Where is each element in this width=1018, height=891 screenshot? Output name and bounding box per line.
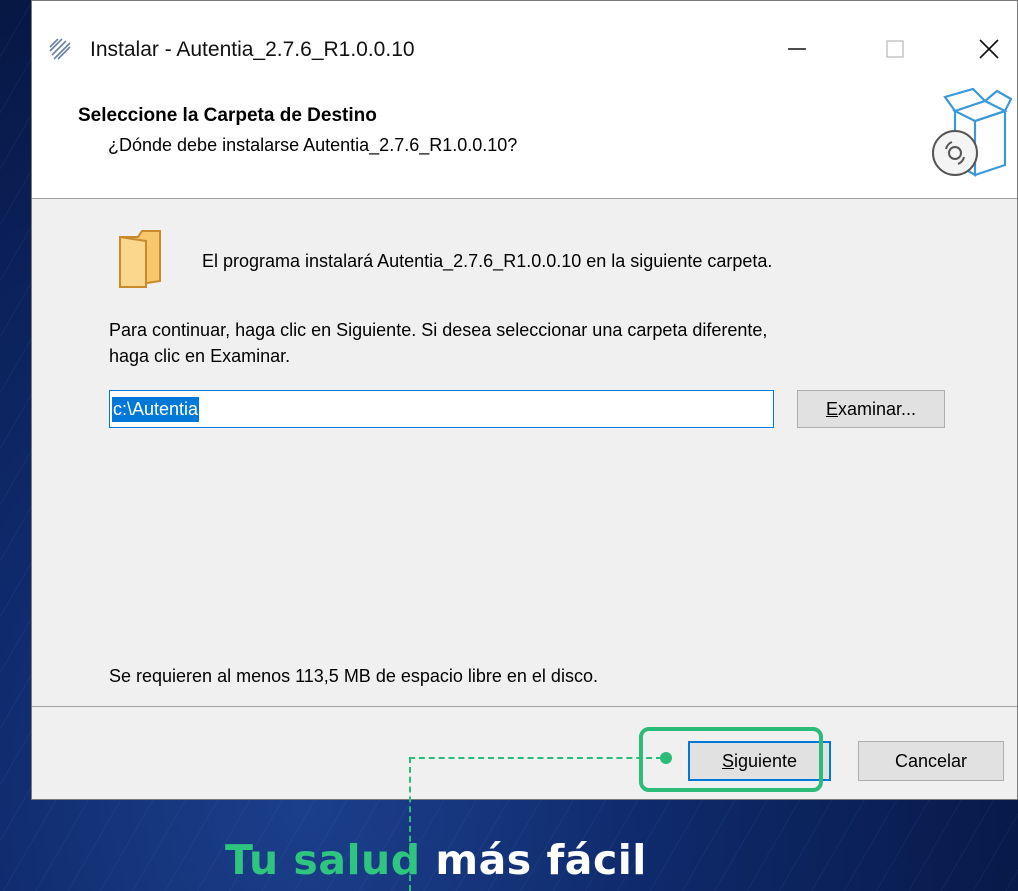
install-location-message: El programa instalará Autentia_2.7.6_R1.… — [202, 251, 773, 271]
browse-accelerator: E — [825, 398, 838, 419]
selected-path-text: c:\Autentia — [112, 396, 200, 422]
browse-label: xaminar... — [837, 398, 917, 419]
setup-box-icon — [932, 87, 1013, 177]
minimize-button[interactable] — [767, 25, 827, 73]
brand-slogan: Tu salud más fácil — [225, 836, 647, 884]
maximize-icon — [886, 40, 904, 58]
cancel-button[interactable]: Cancelar — [858, 741, 1004, 781]
footer-divider — [32, 706, 1017, 707]
wizard-header: Seleccione la Carpeta de Destino ¿Dónde … — [32, 87, 1017, 199]
minimize-icon — [788, 48, 806, 50]
close-icon — [979, 39, 999, 59]
close-button[interactable] — [959, 25, 1018, 73]
installer-window: Instalar - Autentia_2.7.6_R1.0.0.10 Sele… — [31, 0, 1018, 800]
maximize-button[interactable] — [865, 25, 925, 73]
window-title: Instalar - Autentia_2.7.6_R1.0.0.10 — [90, 38, 415, 61]
page-title: Seleccione la Carpeta de Destino — [78, 105, 377, 126]
page-subtitle: ¿Dónde debe instalarse Autentia_2.7.6_R1… — [108, 135, 518, 155]
cancel-label: Cancelar — [894, 750, 968, 771]
folder-icon — [119, 230, 161, 289]
slogan-part1: Tu salud — [225, 836, 421, 884]
browse-button[interactable]: Examinar... — [797, 390, 945, 428]
title-bar: Instalar - Autentia_2.7.6_R1.0.0.10 — [32, 1, 1017, 97]
installer-app-icon — [49, 38, 71, 60]
destination-path-input[interactable]: c:\Autentia — [109, 390, 774, 428]
slogan-part2: más fácil — [435, 836, 647, 884]
callout-connector-horizontal — [409, 757, 662, 759]
instruction-text-line2: haga clic en Examinar. — [109, 346, 291, 366]
disk-space-requirement: Se requieren al menos 113,5 MB de espaci… — [109, 666, 598, 686]
instruction-text-line1: Para continuar, haga clic en Siguiente. … — [109, 320, 768, 340]
callout-dot — [660, 752, 672, 764]
